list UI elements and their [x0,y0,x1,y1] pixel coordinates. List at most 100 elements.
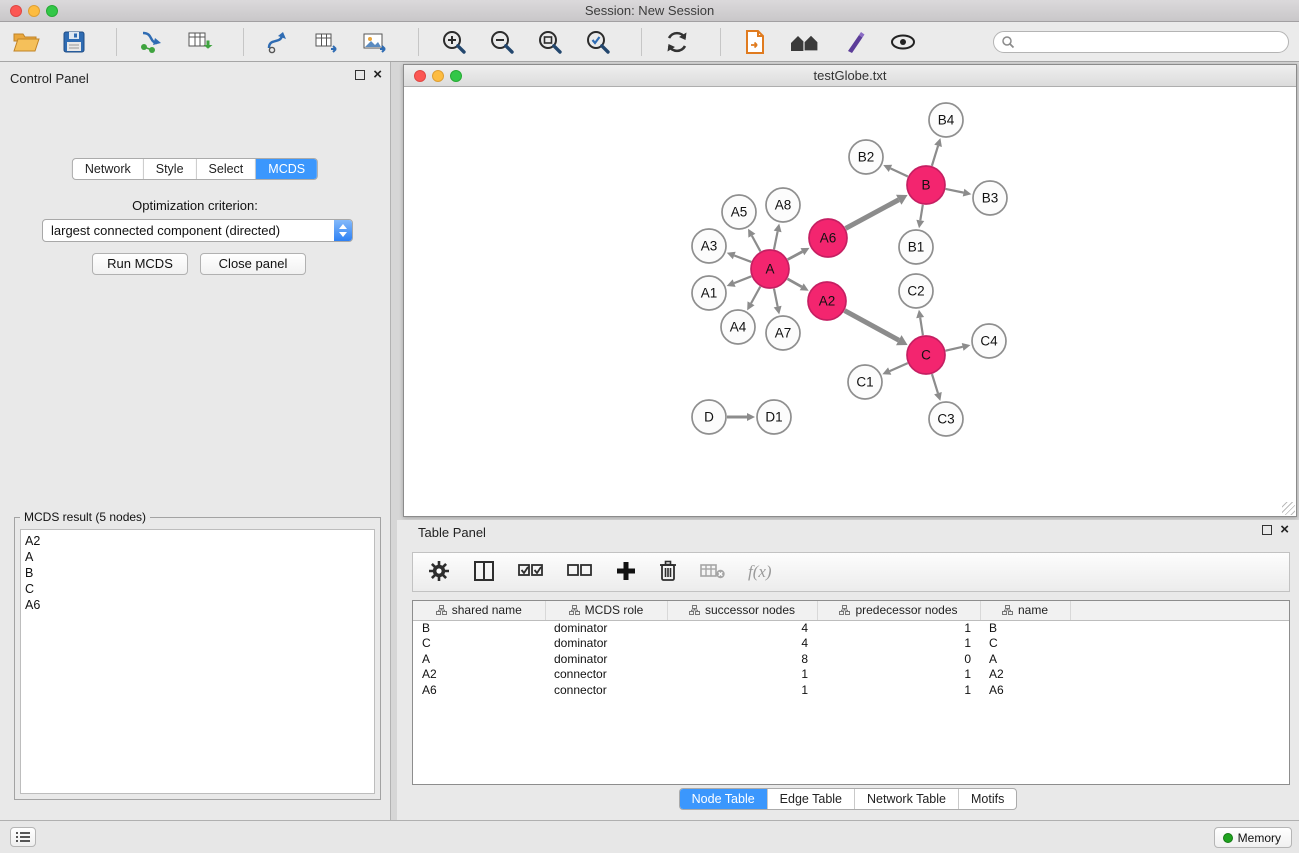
graph-edge-B-B3[interactable] [946,189,964,193]
graph-node-B2[interactable]: B2 [849,140,883,174]
column-header-successor-nodes[interactable]: successor nodes [667,601,817,620]
zoom-in-icon[interactable] [441,29,467,55]
gear-icon[interactable] [427,559,451,586]
column-header-shared-name[interactable]: shared name [413,601,545,620]
graph-node-A6[interactable]: A6 [809,219,847,257]
graph-edge-A-A3[interactable] [734,256,751,262]
result-item[interactable]: A6 [25,597,370,613]
task-history-button[interactable] [10,827,36,847]
memory-button[interactable]: Memory [1214,827,1292,848]
graph-node-A[interactable]: A [751,250,789,288]
optimization-criterion-dropdown[interactable]: largest connected component (directed) [42,219,353,242]
zoom-selected-icon[interactable] [585,29,611,55]
tab-select[interactable]: Select [197,159,257,179]
float-panel-icon[interactable] [355,70,365,80]
graph-edge-A-A1[interactable] [734,276,751,283]
graph-node-C1[interactable]: C1 [848,365,882,399]
mcds-result-list[interactable]: A2ABCA6 [20,529,375,794]
table-row[interactable]: Adominator80A [413,651,1289,667]
graph-node-D1[interactable]: D1 [757,400,791,434]
table-row[interactable]: Bdominator41B [413,620,1289,636]
graph-edge-B-B2[interactable] [890,168,907,176]
home-icon[interactable] [789,30,821,54]
close-panel-icon[interactable]: × [1280,525,1289,535]
delete-column-icon[interactable] [658,559,678,586]
style-brush-icon[interactable] [843,30,867,54]
graph-node-C4[interactable]: C4 [972,324,1006,358]
graph-node-A4[interactable]: A4 [721,310,755,344]
tab-network-table[interactable]: Network Table [855,789,959,809]
zoom-out-icon[interactable] [489,29,515,55]
graph-node-B1[interactable]: B1 [899,230,933,264]
graph-edge-C-C1[interactable] [890,363,908,371]
result-item[interactable]: C [25,581,370,597]
graph-node-C3[interactable]: C3 [929,402,963,436]
float-panel-icon[interactable] [1262,525,1272,535]
network-window-titlebar[interactable]: testGlobe.txt [404,65,1296,87]
column-header-name[interactable]: name [980,601,1070,620]
graph-node-C2[interactable]: C2 [899,274,933,308]
graph-edge-B-B1[interactable] [920,205,923,221]
result-item[interactable]: A [25,549,370,565]
export-network-icon[interactable] [266,30,292,54]
graph-edge-A-A6[interactable] [788,252,803,260]
column-header-predecessor-nodes[interactable]: predecessor nodes [817,601,980,620]
graph-node-B4[interactable]: B4 [929,103,963,137]
graph-edge-B-B4[interactable] [932,146,938,166]
result-item[interactable]: A2 [25,533,370,549]
graph-node-A8[interactable]: A8 [766,188,800,222]
graph-edge-A-A5[interactable] [752,236,761,252]
graph-edge-C-C4[interactable] [946,347,963,351]
export-table-icon[interactable] [314,30,340,54]
graph-edge-A2-C[interactable] [845,311,899,341]
tab-motifs[interactable]: Motifs [959,789,1016,809]
zoom-fit-icon[interactable] [537,29,563,55]
table-row[interactable]: Cdominator41C [413,636,1289,652]
table-row[interactable]: A2connector11A2 [413,667,1289,683]
resize-grip[interactable] [1282,502,1295,515]
add-column-icon[interactable] [615,560,637,585]
network-canvas[interactable]: A A6 A2 B C A5 A8 A3 A1A4 A7 B1 B2 B3 B4 C1 C2 C3 C4 D D1 [404,87,1296,516]
tab-edge-table[interactable]: Edge Table [768,789,855,809]
import-table-icon[interactable] [187,30,213,54]
delete-table-icon[interactable] [699,560,727,585]
node-table[interactable]: shared nameMCDS rolesuccessor nodesprede… [412,600,1290,785]
eye-icon[interactable] [889,31,917,53]
graph-node-A1[interactable]: A1 [692,276,726,310]
refresh-icon[interactable] [664,29,690,55]
result-item[interactable]: B [25,565,370,581]
column-header-MCDS-role[interactable]: MCDS role [545,601,667,620]
network-document-icon[interactable] [743,29,767,55]
table-row[interactable]: A6connector11A6 [413,682,1289,698]
run-mcds-button[interactable]: Run MCDS [92,253,188,275]
graph-node-B3[interactable]: B3 [973,181,1007,215]
graph-edge-C-C3[interactable] [932,374,938,393]
select-all-rows-icon[interactable] [517,560,545,585]
graph-node-B[interactable]: B [907,166,945,204]
function-builder-icon[interactable]: f(x) [748,562,772,582]
search-field[interactable] [993,31,1289,53]
tab-node-table[interactable]: Node Table [680,789,768,809]
close-panel-button[interactable]: Close panel [200,253,306,275]
graph-edge-A-A4[interactable] [751,287,760,304]
graph-node-A7[interactable]: A7 [766,316,800,350]
graph-node-A2[interactable]: A2 [808,282,846,320]
graph-edge-A-A7[interactable] [774,289,778,307]
tab-mcds[interactable]: MCDS [256,159,317,179]
graph-node-D[interactable]: D [692,400,726,434]
save-icon[interactable] [62,30,86,54]
network-graph[interactable]: A A6 A2 B C A5 A8 A3 A1A4 A7 B1 B2 B3 B4 C1 C2 C3 C4 D D1 [404,87,1296,516]
graph-edge-C-C2[interactable] [920,318,923,336]
graph-edge-A-A2[interactable] [787,279,801,287]
graph-node-A3[interactable]: A3 [692,229,726,263]
search-input[interactable] [1015,33,1288,51]
graph-node-C[interactable]: C [907,336,945,374]
deselect-all-rows-icon[interactable] [566,560,594,585]
graph-edge-A-A8[interactable] [774,231,778,249]
graph-node-A5[interactable]: A5 [722,195,756,229]
graph-edge-A6-B[interactable] [846,200,899,229]
tab-network[interactable]: Network [73,159,144,179]
columns-icon[interactable] [472,559,496,586]
import-network-icon[interactable] [139,30,165,54]
open-folder-icon[interactable] [12,30,40,54]
